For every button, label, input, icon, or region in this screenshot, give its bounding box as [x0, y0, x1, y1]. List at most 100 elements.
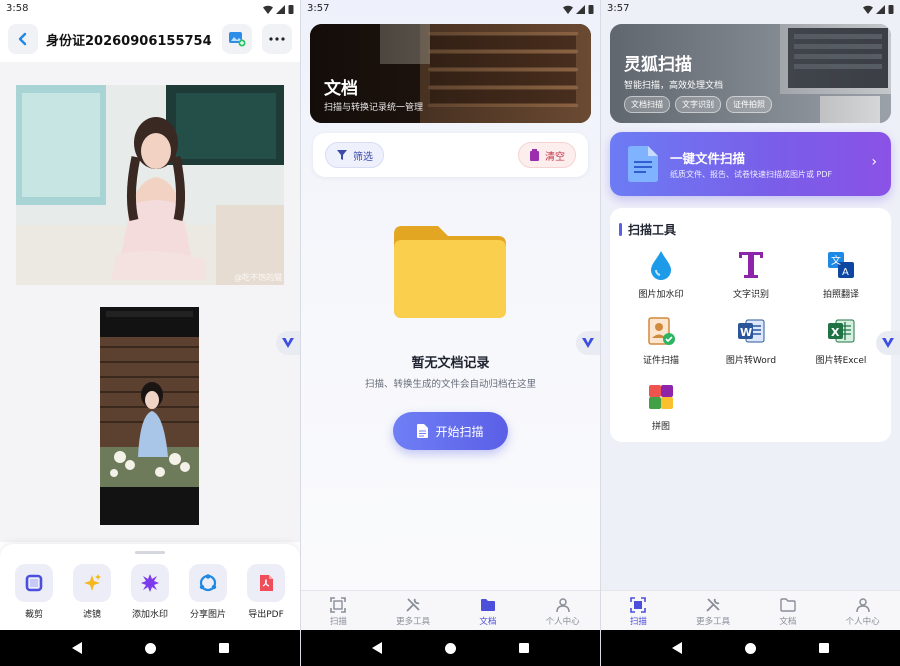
floating-assistant-button[interactable]: [576, 331, 600, 355]
tab-profile[interactable]: 个人中心: [525, 591, 600, 630]
clear-button[interactable]: 清空: [518, 142, 576, 168]
scan-tools-card: 扫描工具 图片加水印 文字识别 文A 拍照翻译 证件扫描 W 图片转Word X…: [610, 208, 891, 442]
trash-icon: [530, 149, 539, 161]
tool-crop[interactable]: 裁剪: [8, 564, 60, 620]
tool-label: 导出PDF: [248, 610, 284, 620]
nav-home-icon[interactable]: [744, 642, 756, 654]
svg-text:文: 文: [831, 254, 841, 267]
image-add-button[interactable]: [222, 24, 252, 54]
tool-id-scan[interactable]: 证件扫描: [616, 314, 706, 366]
tab-documents[interactable]: 文档: [451, 591, 526, 630]
watermark-burst-icon: [141, 574, 159, 592]
edit-tools: 裁剪 滤镜 添加水印 分享图片 导出PDF: [8, 564, 292, 620]
promo-title: 一键文件扫描: [670, 151, 746, 166]
tool-image-to-excel[interactable]: X 图片转Excel: [796, 314, 886, 366]
tab-more-tools[interactable]: 更多工具: [676, 591, 751, 630]
scanned-photo-1[interactable]: @吃不饱的猫: [16, 85, 284, 285]
more-button[interactable]: [262, 24, 292, 54]
funnel-icon: [337, 150, 347, 160]
scanned-photo-2[interactable]: [100, 307, 199, 525]
document-scan-icon: [628, 146, 658, 182]
svg-text:A: A: [842, 267, 849, 278]
tool-tile: [15, 564, 53, 602]
tool-icon-wrap: [644, 248, 678, 282]
water-drop-icon: [651, 251, 671, 280]
nav-home-icon[interactable]: [444, 642, 456, 654]
tool-text-recognition[interactable]: 文字识别: [706, 248, 796, 300]
tool-watermark[interactable]: 添加水印: [124, 564, 176, 620]
status-time: 3:57: [607, 3, 630, 14]
tool-export-pdf[interactable]: 导出PDF: [240, 564, 292, 620]
tool-icon-wrap: X: [824, 314, 858, 348]
tool-label: 添加水印: [131, 610, 168, 620]
clear-label: 清空: [545, 151, 565, 163]
nav-recents-icon[interactable]: [518, 643, 529, 653]
nav-recents-icon[interactable]: [818, 643, 829, 653]
floating-assistant-button[interactable]: [876, 331, 900, 355]
tool-collage[interactable]: 拼图: [616, 380, 706, 432]
nav-home-icon[interactable]: [144, 642, 156, 654]
tool-label: 图片转Excel: [815, 356, 867, 366]
sheet-handle[interactable]: [135, 551, 165, 554]
tab-more-tools[interactable]: 更多工具: [376, 591, 451, 630]
bottom-tab-bar: 扫描 更多工具 文档 个人中心: [601, 590, 900, 630]
nav-back-icon[interactable]: [672, 642, 683, 654]
tool-label: 滤镜: [82, 610, 101, 620]
start-scan-button[interactable]: 开始扫描: [393, 412, 508, 450]
tool-label: 拍照翻译: [822, 290, 859, 300]
section-accent-bar: [619, 223, 622, 236]
photo-1-illustration: [16, 85, 284, 285]
tool-image-to-word[interactable]: W 图片转Word: [706, 314, 796, 366]
tool-filter[interactable]: 滤镜: [66, 564, 118, 620]
tab-label: 文档: [779, 617, 797, 627]
tool-photo-translate[interactable]: 文A 拍照翻译: [796, 248, 886, 300]
nav-recents-icon[interactable]: [218, 643, 229, 653]
filter-button[interactable]: 筛选: [325, 142, 384, 168]
scan-home-screen: 3:57 灵狐扫描 智能扫描，高效处理文档 文档扫描 文字识别 证件拍照 一键文…: [601, 0, 900, 666]
filter-bar: 筛选 清空: [313, 133, 588, 177]
tab-scan[interactable]: 扫描: [301, 591, 376, 630]
more-dots-icon: [269, 37, 285, 41]
tool-label: 拼图: [651, 422, 670, 432]
tab-label: 扫描: [629, 617, 647, 627]
person-icon: [555, 598, 570, 613]
chevron-right-icon: ›: [871, 154, 877, 170]
one-click-scan-card[interactable]: 一键文件扫描 纸质文件、报告、试卷快速扫描成图片或 PDF ›: [610, 132, 891, 196]
tools-wrench-icon: [706, 598, 720, 612]
scan-frame-icon: [330, 597, 347, 613]
battery-icon: [288, 5, 294, 14]
signal-icon: [576, 4, 585, 14]
tool-icon-wrap: [644, 380, 678, 414]
documents-hero-banner: 文档 扫描与转换记录统一管理: [310, 24, 591, 123]
tool-icon-wrap: W: [734, 314, 768, 348]
promo-description: 纸质文件、报告、试卷快速扫描成图片或 PDF: [670, 170, 833, 179]
nav-back-icon[interactable]: [372, 642, 383, 654]
nav-back-icon[interactable]: [71, 642, 82, 654]
collage-icon: [649, 385, 673, 409]
screens: 3:58 身份证20260906155754 @吃不饱的猫 裁剪 滤镜 添加水印…: [0, 0, 900, 666]
system-nav-bar: [601, 630, 900, 666]
tools-wrench-icon: [406, 598, 420, 612]
app-title: 灵狐扫描: [624, 55, 692, 75]
floating-assistant-button[interactable]: [276, 331, 300, 355]
tab-label: 更多工具: [696, 617, 731, 627]
app-hero-banner: 灵狐扫描 智能扫描，高效处理文档 文档扫描 文字识别 证件拍照: [610, 24, 891, 123]
tab-documents[interactable]: 文档: [751, 591, 826, 630]
top-bar: 身份证20260906155754: [0, 16, 300, 62]
person-icon: [855, 598, 870, 613]
tool-image-watermark[interactable]: 图片加水印: [616, 248, 706, 300]
tool-share[interactable]: 分享图片: [182, 564, 234, 620]
battery-icon: [888, 5, 894, 14]
app-subtitle: 智能扫描，高效处理文档: [624, 81, 724, 91]
svg-text:X: X: [831, 326, 840, 339]
page-title: 身份证20260906155754: [46, 33, 212, 49]
wifi-icon: [263, 5, 273, 14]
share-icon: [199, 574, 217, 592]
back-button[interactable]: [8, 24, 38, 54]
tab-scan[interactable]: 扫描: [601, 591, 676, 630]
pdf-icon: [260, 575, 273, 591]
tool-icon-wrap: 文A: [824, 248, 858, 282]
tab-profile[interactable]: 个人中心: [825, 591, 900, 630]
tab-label: 个人中心: [845, 617, 880, 627]
photo-2-illustration: [100, 307, 199, 525]
